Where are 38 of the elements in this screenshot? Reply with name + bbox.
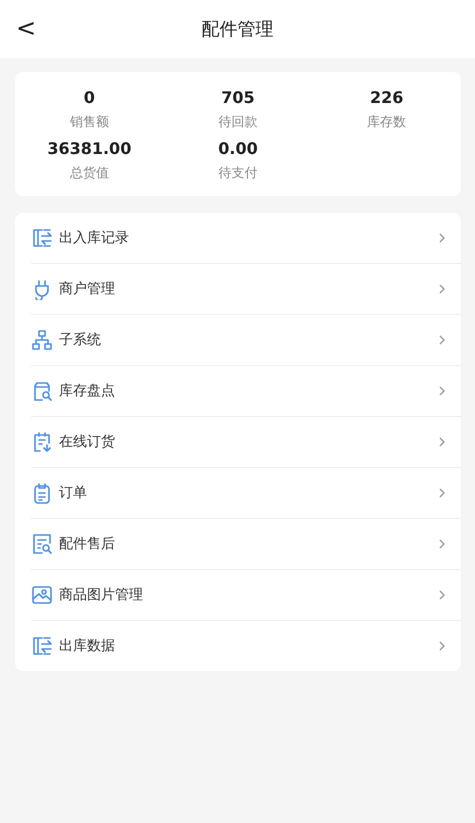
stat-label: 总货值	[70, 165, 109, 182]
image-icon	[31, 584, 53, 606]
stat-value: 0	[84, 88, 95, 107]
stat-label: 待回款	[218, 114, 258, 131]
transfer-icon	[31, 227, 53, 249]
stat-label: 销售额	[70, 114, 109, 131]
menu-item[interactable]: 商品图片管理	[31, 570, 461, 621]
page-title: 配件管理	[202, 18, 274, 41]
box-search-icon	[31, 380, 53, 402]
back-button[interactable]: <	[12, 14, 40, 42]
chevron-icon	[439, 284, 445, 294]
clipboard-icon	[31, 482, 53, 504]
menu-item[interactable]: 在线订货	[31, 417, 461, 468]
chevron-icon	[439, 335, 445, 345]
menu-item[interactable]: 订单	[31, 468, 461, 519]
menu-item[interactable]: 配件售后	[31, 519, 461, 570]
stat-value: 36381.00	[47, 139, 132, 158]
menu-item[interactable]: 出库数据	[31, 621, 461, 671]
stat-label: 待支付	[218, 165, 258, 182]
transfer-icon	[31, 635, 53, 657]
menu-item[interactable]: 子系统	[31, 315, 461, 366]
stat-label: 库存数	[367, 114, 406, 131]
stat-value: 226	[370, 88, 404, 107]
stat-value: 705	[221, 88, 255, 107]
chevron-icon	[439, 539, 445, 549]
chevron-icon	[439, 590, 445, 600]
chevron-icon	[439, 488, 445, 498]
menu-item[interactable]: 出入库记录	[31, 213, 461, 264]
menu-item[interactable]: 库存盘点	[31, 366, 461, 417]
menu-item[interactable]: 商户管理	[31, 264, 461, 315]
clipboard-download-icon	[31, 431, 53, 453]
hierarchy-icon	[31, 329, 53, 351]
chevron-icon	[439, 437, 445, 447]
chevron-icon	[439, 641, 445, 651]
chevron-icon	[439, 233, 445, 243]
chevron-icon	[439, 386, 445, 396]
document-search-icon	[31, 533, 53, 555]
stat-value: 0.00	[218, 139, 258, 158]
